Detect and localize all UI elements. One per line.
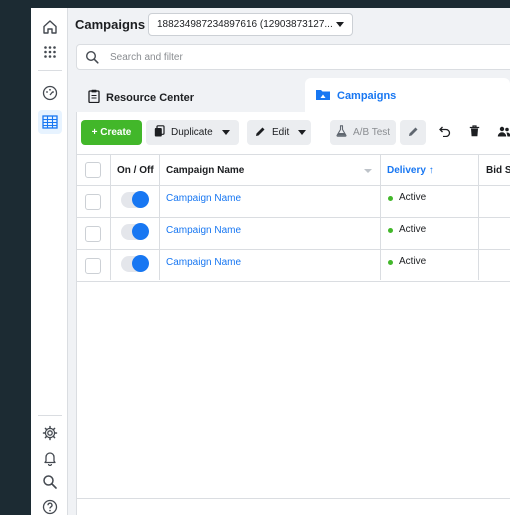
clipboard-icon: [88, 89, 100, 106]
tab-campaigns[interactable]: Campaigns: [305, 78, 510, 113]
top-bar: Campaigns 188234987234897616 (1290387312…: [69, 8, 510, 42]
row-checkbox[interactable]: [85, 194, 101, 210]
delivery-status: Active: [399, 256, 427, 267]
page-title: Campaigns: [75, 17, 146, 32]
tab-label: Campaigns: [337, 89, 397, 102]
chevron-down-icon: [336, 22, 344, 27]
home-icon[interactable]: [38, 15, 62, 39]
table-row[interactable]: Campaign Name Active: [77, 250, 510, 282]
table-row[interactable]: Campaign Name Active: [77, 186, 510, 218]
tab-resource-center[interactable]: Resource Center: [78, 82, 305, 113]
toggle-knob: [132, 255, 149, 272]
campaign-name-link[interactable]: Campaign Name: [166, 257, 241, 268]
folder-icon: [315, 88, 331, 104]
active-status-dot: [388, 196, 393, 201]
ads-manager-window: Campaigns 188234987234897616 (1290387312…: [31, 8, 510, 515]
column-header-campaign-name[interactable]: Campaign Name: [166, 165, 244, 176]
edit-label: Edit: [272, 127, 290, 138]
search-icon: [85, 50, 99, 67]
inline-edit-button[interactable]: [400, 120, 426, 145]
chevron-down-icon: [298, 130, 307, 135]
audience-button[interactable]: [494, 120, 510, 145]
chevron-down-icon: [221, 130, 230, 135]
toggle-knob: [132, 191, 149, 208]
toolbar: + Create Duplicate Edit A/B Test: [77, 112, 510, 154]
campaign-name-link[interactable]: Campaign Name: [166, 193, 241, 204]
duplicate-label: Duplicate: [171, 127, 213, 138]
settings-gear-icon[interactable]: [38, 421, 62, 445]
duplicate-icon: [154, 125, 165, 140]
tab-label: Resource Center: [106, 91, 195, 104]
column-header-delivery[interactable]: Delivery ↑: [387, 165, 434, 176]
search-icon[interactable]: [38, 470, 62, 494]
apps-grid-icon[interactable]: [38, 40, 62, 64]
campaign-name-link[interactable]: Campaign Name: [166, 225, 241, 236]
delivery-status: Active: [399, 192, 427, 203]
pencil-icon: [255, 126, 266, 140]
search-placeholder: Search and filter: [110, 52, 183, 63]
delete-button[interactable]: [464, 120, 484, 145]
dashboard-gauge-icon[interactable]: [38, 81, 62, 105]
column-header-bid-strategy[interactable]: Bid St: [486, 165, 510, 176]
rail-divider: [38, 415, 62, 416]
table-footer-divider: [77, 498, 510, 499]
duplicate-button[interactable]: Duplicate: [146, 120, 239, 145]
column-header-on-off[interactable]: On / Off: [117, 165, 154, 176]
campaign-toggle[interactable]: [121, 255, 149, 272]
ab-test-button[interactable]: A/B Test: [330, 120, 396, 145]
trash-icon: [469, 125, 480, 140]
toggle-knob: [132, 223, 149, 240]
help-icon[interactable]: [38, 495, 62, 515]
account-selector-value: 188234987234897616 (12903873127...: [157, 19, 333, 30]
create-button[interactable]: + Create: [81, 120, 142, 145]
pencil-icon: [408, 126, 419, 140]
campaigns-panel: + Create Duplicate Edit A/B Test On / Of…: [76, 112, 510, 515]
edit-button[interactable]: Edit: [247, 120, 311, 145]
active-status-dot: [388, 260, 393, 265]
notifications-bell-icon[interactable]: [38, 446, 62, 470]
create-button-label: + Create: [91, 127, 132, 138]
sort-caret-icon[interactable]: [364, 169, 372, 173]
undo-icon: [438, 125, 451, 140]
flask-icon: [336, 125, 347, 140]
table-header: On / Off Campaign Name Delivery ↑ Bid St: [77, 154, 510, 186]
row-checkbox[interactable]: [85, 226, 101, 242]
campaign-table-icon[interactable]: [38, 110, 62, 134]
select-all-checkbox[interactable]: [85, 162, 101, 178]
campaign-toggle[interactable]: [121, 223, 149, 240]
undo-button[interactable]: [434, 120, 454, 145]
rail-divider: [38, 70, 62, 71]
delivery-status: Active: [399, 224, 427, 235]
active-status-dot: [388, 228, 393, 233]
campaign-toggle[interactable]: [121, 191, 149, 208]
left-nav-rail: [31, 8, 68, 515]
table-row[interactable]: Campaign Name Active: [77, 218, 510, 250]
ab-test-label: A/B Test: [353, 127, 391, 138]
search-input[interactable]: Search and filter: [76, 44, 510, 70]
row-checkbox[interactable]: [85, 258, 101, 274]
people-icon: [497, 126, 510, 140]
account-selector[interactable]: 188234987234897616 (12903873127...: [148, 13, 353, 36]
